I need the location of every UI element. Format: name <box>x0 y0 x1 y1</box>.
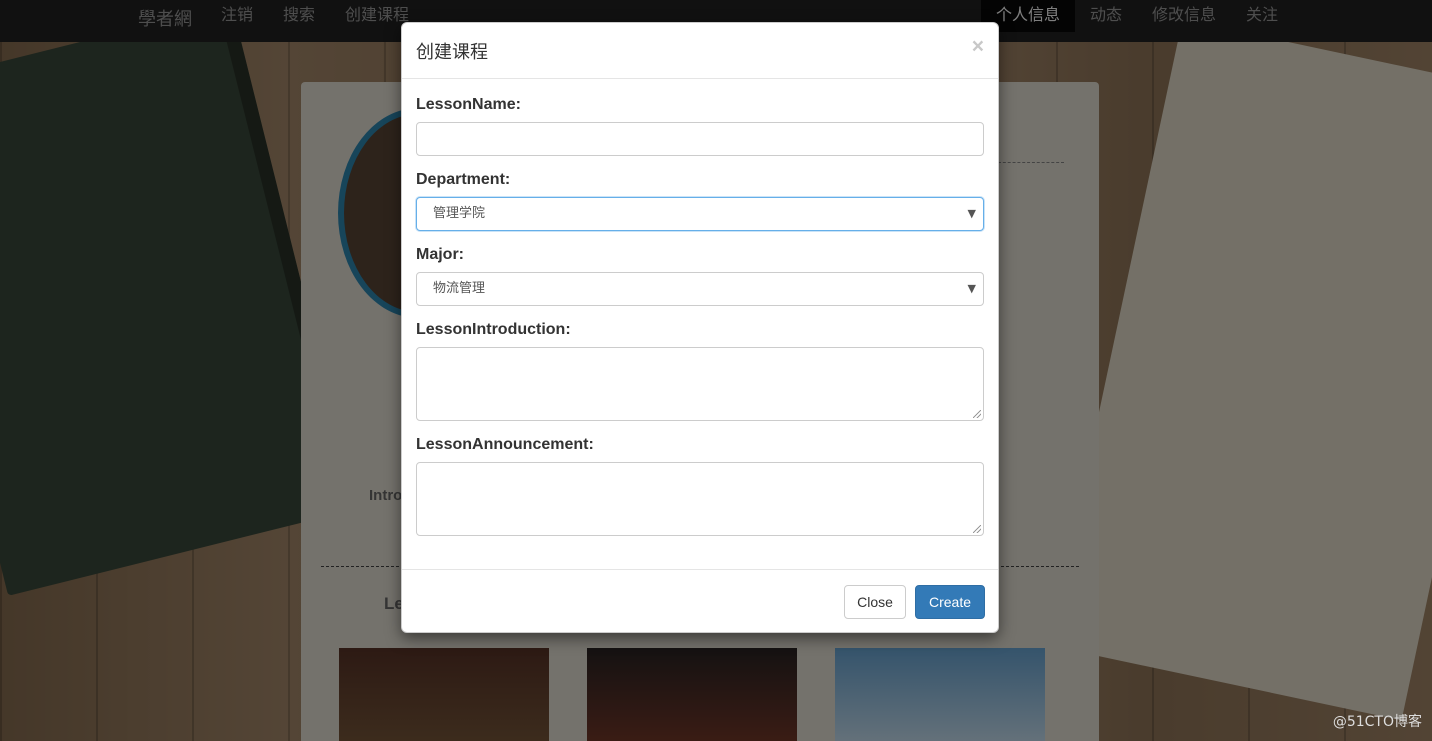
lesson-announcement-label: LessonAnnouncement: <box>416 436 594 453</box>
lesson-introduction-group: LessonIntroduction: <box>416 321 984 421</box>
lesson-name-group: LessonName: <box>416 96 984 156</box>
lesson-name-label: LessonName: <box>416 96 521 113</box>
modal-title: 创建课程 <box>416 42 488 63</box>
modal-footer: Close Create <box>402 569 998 633</box>
lesson-introduction-textarea[interactable] <box>416 347 984 421</box>
major-group: Major: 物流管理 ▼ <box>416 246 984 306</box>
lesson-announcement-textarea[interactable] <box>416 462 984 536</box>
chevron-down-icon: ▼ <box>967 282 976 295</box>
resize-handle-icon[interactable] <box>973 525 981 533</box>
resize-handle-icon[interactable] <box>973 410 981 418</box>
create-button[interactable]: Create <box>915 585 985 619</box>
create-course-modal: 创建课程 × LessonName: Department: 管理学院 ▼ Ma… <box>401 22 999 633</box>
major-select[interactable]: 物流管理 ▼ <box>416 272 984 306</box>
lesson-name-input[interactable] <box>416 122 984 156</box>
watermark: @51CTO博客 <box>1332 714 1422 730</box>
major-selected-value: 物流管理 <box>433 281 486 296</box>
lesson-announcement-group: LessonAnnouncement: <box>416 436 984 536</box>
department-select[interactable]: 管理学院 ▼ <box>416 197 984 231</box>
modal-body: LessonName: Department: 管理学院 ▼ Major: 物流… <box>402 79 998 536</box>
chevron-down-icon: ▼ <box>967 207 976 220</box>
department-selected-value: 管理学院 <box>433 206 486 221</box>
close-button[interactable]: Close <box>844 585 906 619</box>
close-icon[interactable]: × <box>972 35 984 59</box>
major-label: Major: <box>416 246 464 263</box>
modal-header: 创建课程 × <box>402 23 998 79</box>
lesson-introduction-label: LessonIntroduction: <box>416 321 571 338</box>
department-group: Department: 管理学院 ▼ <box>416 171 984 231</box>
department-label: Department: <box>416 171 511 188</box>
